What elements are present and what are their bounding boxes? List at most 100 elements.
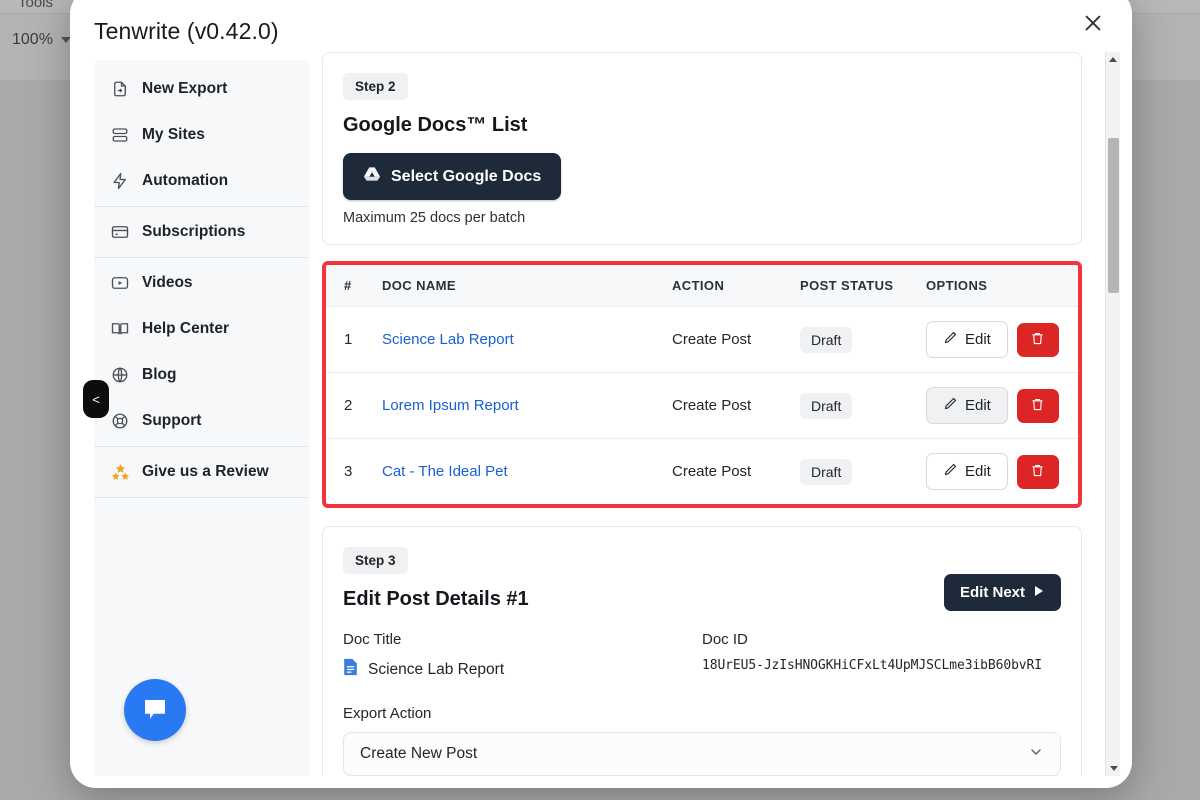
step3-title: Edit Post Details #1 (343, 588, 529, 610)
sidebar-item-automation[interactable]: Automation (94, 158, 309, 204)
col-header-post-status: POST STATUS (800, 265, 926, 307)
doc-name-link[interactable]: Science Lab Report (382, 331, 514, 348)
select-google-docs-label: Select Google Docs (391, 167, 542, 185)
sidebar-item-label: Blog (142, 366, 177, 383)
edit-next-button[interactable]: Edit Next (943, 574, 1061, 611)
sidebar-item-support[interactable]: Support (94, 398, 309, 444)
page-title: Tenwrite (v0.42.0) (94, 18, 279, 44)
sidebar-divider (94, 257, 309, 258)
docs-table: # DOC NAME ACTION POST STATUS OPTIONS 1 … (326, 265, 1078, 504)
edit-button[interactable]: Edit (926, 321, 1008, 358)
export-action-label: Export Action (343, 705, 432, 722)
sidebar-item-my-sites[interactable]: My Sites (94, 112, 309, 158)
batch-limit-hint: Maximum 25 docs per batch (343, 210, 526, 226)
row-index: 3 (326, 438, 382, 504)
step2-card: Step 2 Google Docs™ List Select Google D… (322, 52, 1082, 245)
sidebar-divider (94, 446, 309, 447)
globe-icon (110, 365, 130, 385)
tools-menu-label[interactable]: Tools (18, 0, 53, 11)
sidebar-divider (94, 497, 309, 498)
edit-button-label: Edit (965, 463, 991, 480)
sidebar-item-label: My Sites (142, 126, 205, 143)
table-header-row: # DOC NAME ACTION POST STATUS OPTIONS (326, 265, 1078, 307)
main-content: Step 2 Google Docs™ List Select Google D… (322, 52, 1105, 776)
sidebar-item-label: Give us a Review (142, 463, 269, 480)
doc-title-label: Doc Title (343, 631, 402, 648)
sidebar-item-give-us-a-review[interactable]: Give us a Review (94, 449, 309, 495)
google-drive-icon (363, 165, 381, 188)
pencil-icon (943, 462, 958, 481)
tenwrite-modal: Tenwrite (v0.42.0) < New Export My Sites… (70, 0, 1132, 788)
video-play-icon (110, 273, 130, 293)
row-index: 2 (326, 372, 382, 439)
sidebar-item-blog[interactable]: Blog (94, 352, 309, 398)
edit-button-label: Edit (965, 397, 991, 414)
delete-button[interactable] (1016, 388, 1059, 423)
sidebar-item-label: Subscriptions (142, 223, 246, 240)
play-arrow-icon (1033, 584, 1045, 601)
edit-button-label: Edit (965, 331, 991, 348)
edit-button[interactable]: Edit (926, 453, 1008, 490)
step2-title: Google Docs™ List (343, 114, 528, 136)
sidebar-item-label: Support (142, 412, 202, 429)
pencil-icon (943, 396, 958, 415)
trash-icon (1030, 331, 1045, 349)
step2-badge: Step 2 (343, 73, 408, 100)
table-row: 3 Cat - The Ideal Pet Create Post Draft (326, 438, 1078, 504)
sidebar-item-new-export[interactable]: New Export (94, 66, 309, 112)
delete-button[interactable] (1016, 454, 1059, 489)
lightning-bolt-icon (110, 171, 130, 191)
chat-bubble-icon[interactable] (124, 679, 186, 741)
doc-id-label: Doc ID (702, 631, 748, 648)
col-header-options: OPTIONS (926, 265, 1078, 307)
stars-review-icon (110, 462, 130, 482)
edit-button[interactable]: Edit (926, 387, 1008, 424)
trash-icon (1030, 463, 1045, 481)
col-header-action: ACTION (672, 265, 800, 307)
row-index: 1 (326, 306, 382, 373)
trash-icon (1030, 397, 1045, 415)
export-action-select[interactable]: Create New Post (343, 732, 1061, 776)
edit-next-label: Edit Next (959, 584, 1025, 601)
select-google-docs-button[interactable]: Select Google Docs (343, 153, 562, 200)
sidebar-item-label: Help Center (142, 320, 229, 337)
zoom-value: 100% (12, 31, 53, 48)
lifebuoy-icon (110, 411, 130, 431)
delete-button[interactable] (1016, 322, 1059, 357)
sidebar-item-label: New Export (142, 80, 228, 97)
sidebar-item-help-center[interactable]: Help Center (94, 306, 309, 352)
status-badge: Draft (800, 458, 853, 485)
row-action: Create Post (672, 306, 800, 373)
pencil-icon (943, 330, 958, 349)
row-action: Create Post (672, 372, 800, 439)
book-open-icon (110, 319, 130, 339)
sidebar-item-subscriptions[interactable]: Subscriptions (94, 209, 309, 255)
close-icon[interactable] (1072, 2, 1114, 44)
content-scrollbar[interactable] (1105, 52, 1120, 776)
sidebar-item-label: Automation (142, 172, 229, 189)
sidebar-item-label: Videos (142, 274, 193, 291)
sidebar-collapse-toggle[interactable]: < (83, 380, 109, 418)
file-export-icon (110, 79, 130, 99)
col-header-index: # (326, 265, 382, 307)
sidebar: < New Export My Sites Automation Subscri… (83, 60, 309, 776)
scrollbar-thumb[interactable] (1108, 138, 1119, 293)
export-action-value: Create New Post (360, 745, 478, 762)
col-header-doc-name: DOC NAME (382, 265, 672, 307)
sidebar-divider (94, 206, 309, 207)
sidebar-item-videos[interactable]: Videos (94, 260, 309, 306)
step3-card: Step 3 Edit Post Details #1 Edit Next Do… (322, 526, 1082, 776)
doc-title-value: Science Lab Report (368, 660, 505, 678)
table-row: 2 Lorem Ipsum Report Create Post Draft E… (326, 372, 1078, 439)
doc-name-link[interactable]: Cat - The Ideal Pet (382, 463, 508, 480)
scroll-up-arrow-icon[interactable] (1106, 52, 1120, 67)
status-badge: Draft (800, 326, 853, 353)
row-action: Create Post (672, 438, 800, 504)
step3-badge: Step 3 (343, 547, 408, 574)
status-badge: Draft (800, 392, 853, 419)
scroll-down-arrow-icon[interactable] (1106, 761, 1121, 776)
app-root: Tools 100% Tenwrite (v0.42.0) < New Expo… (0, 0, 1200, 800)
doc-name-link[interactable]: Lorem Ipsum Report (382, 397, 519, 414)
credit-card-icon (110, 222, 130, 242)
google-docs-file-icon (343, 658, 358, 681)
